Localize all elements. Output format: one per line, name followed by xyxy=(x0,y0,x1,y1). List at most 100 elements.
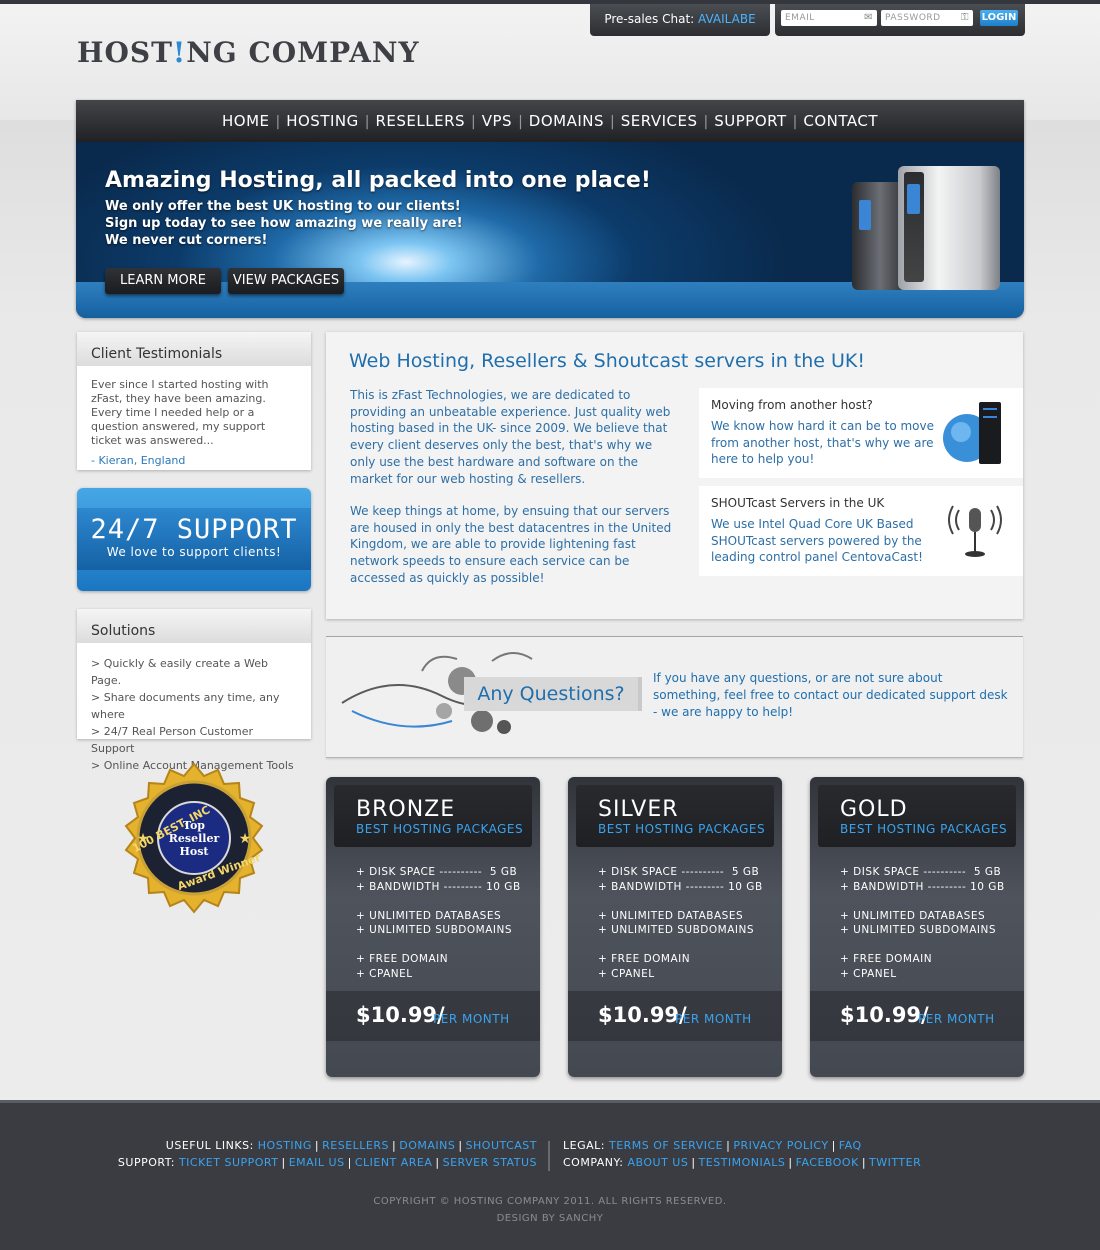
main-nav: HOME | HOSTING | RESELLERS | VPS | DOMAINS | SERVI… xyxy=(76,100,1024,142)
questions-label: Any Questions? xyxy=(464,677,642,711)
footer-link-hosting[interactable]: HOSTING xyxy=(258,1139,312,1152)
plan-features: + DISK SPACE ---------- 5 GB + BANDWIDTH… xyxy=(356,866,521,980)
footer-link-ticket-support[interactable]: TICKET SUPPORT xyxy=(179,1156,279,1169)
solutions-list: > Quickly & easily create a Web Page. > … xyxy=(77,643,311,774)
plan-price: $10.99/ xyxy=(840,1003,929,1027)
solutions-box: Solutions > Quickly & easily create a We… xyxy=(77,609,311,772)
footer-link-shoutcast[interactable]: SHOUTCAST xyxy=(466,1139,537,1152)
footer-link-privacy[interactable]: PRIVACY POLICY xyxy=(733,1139,828,1152)
footer-link-client-area[interactable]: CLIENT AREA xyxy=(355,1156,433,1169)
plan-features: + DISK SPACE ---------- 5 GB + BANDWIDTH… xyxy=(840,866,1005,980)
footer-link-server-status[interactable]: SERVER STATUS xyxy=(443,1156,537,1169)
nav-support[interactable]: SUPPORT xyxy=(714,112,786,130)
plan-silver[interactable]: SILVER BEST HOSTING PACKAGES + DISK SPAC… xyxy=(568,777,782,1077)
plan-name: GOLD xyxy=(840,797,908,822)
logo-text-accent: ! xyxy=(172,36,187,69)
nav-home[interactable]: HOME xyxy=(222,112,270,130)
datacentre-paragraph: We keep things at home, by ensuing that … xyxy=(350,504,672,585)
list-item: > Share documents any time, any where xyxy=(91,691,280,721)
feature-title: SHOUTcast Servers in the UK xyxy=(711,496,885,510)
feature-text: We use Intel Quad Core UK Based SHOUTcas… xyxy=(711,517,923,564)
footer-link-resellers[interactable]: RESELLERS xyxy=(322,1139,389,1152)
logo[interactable]: HOST!NG COMPANY xyxy=(77,36,419,69)
plan-name: BRONZE xyxy=(356,797,456,822)
logo-text-start: HOST xyxy=(77,36,173,69)
svg-text:Reseller: Reseller xyxy=(169,832,220,845)
feature-shoutcast: SHOUTcast Servers in the UK We use Intel… xyxy=(699,486,1023,576)
support-banner[interactable]: 24/7 SUPPORT We love to support clients! xyxy=(77,488,311,591)
testimonials-box: Client Testimonials Ever since I started… xyxy=(77,332,311,470)
plan-period: PER MONTH xyxy=(433,1012,510,1026)
nav-resellers[interactable]: RESELLERS xyxy=(375,112,465,130)
footer-link-testimonials[interactable]: TESTIMONIALS xyxy=(699,1156,786,1169)
nav-vps[interactable]: VPS xyxy=(482,112,512,130)
support-title: 24/7 SUPPORT xyxy=(90,514,298,545)
useful-links: USEFUL LINKS: HOSTING | RESELLERS | DOMAINS |… xyxy=(165,1139,537,1152)
company-links: COMPANY: ABOUT US | TESTIMONIALS | FACEBOOK |… xyxy=(563,1156,922,1169)
design-credit: DESIGN BY SANCHY xyxy=(496,1213,604,1224)
plan-tagline: BEST HOSTING PACKAGES xyxy=(840,822,1008,836)
globe-server-icon xyxy=(943,402,1001,464)
feature-migration: Moving from another host? We know how ha… xyxy=(699,388,1023,478)
intro-section: Web Hosting, Resellers & Shoutcast serve… xyxy=(326,332,1023,619)
chat-label: Pre-sales Chat: xyxy=(604,12,695,26)
chat-status[interactable]: AVAILABE xyxy=(698,12,756,26)
microphone-icon xyxy=(948,505,1002,557)
nav-contact[interactable]: CONTACT xyxy=(803,112,878,130)
svg-text:Top: Top xyxy=(183,819,205,832)
hero-banner: Amazing Hosting, all packed into one pla… xyxy=(76,142,1024,318)
presales-chat[interactable]: Pre-sales Chat: AVAILABE xyxy=(590,4,770,36)
plan-features: + DISK SPACE ---------- 5 GB + BANDWIDTH… xyxy=(598,866,763,980)
support-links: SUPPORT: TICKET SUPPORT | EMAIL US | CLIENT … xyxy=(117,1156,537,1169)
email-placeholder: EMAIL xyxy=(785,13,815,23)
hero-subtitle: We only offer the best UK hosting to our… xyxy=(105,199,463,248)
feature-text: We know how hard it can be to move from … xyxy=(711,419,934,466)
email-field[interactable]: EMAIL ✉ xyxy=(781,10,877,26)
award-badge: 100 BEST, INC Top Reseller Host Award Wi… xyxy=(118,762,270,914)
testimonial-quote: Ever since I started hosting with zFast,… xyxy=(91,378,269,447)
solutions-title: Solutions xyxy=(77,609,311,643)
login-bar: EMAIL ✉ PASSWORD ⚿ LOGIN xyxy=(775,4,1025,36)
key-icon: ⚿ xyxy=(960,12,969,23)
list-item: > Quickly & easily create a Web Page. xyxy=(91,657,268,687)
password-placeholder: PASSWORD xyxy=(885,13,941,23)
svg-text:★: ★ xyxy=(137,831,150,847)
award-seal-icon: 100 BEST, INC Top Reseller Host Award Wi… xyxy=(124,762,264,914)
support-subtitle: We love to support clients! xyxy=(106,545,282,559)
nav-domains[interactable]: DOMAINS xyxy=(529,112,604,130)
header-frame: HOME | HOSTING | RESELLERS | VPS | DOMAINS | SERVI… xyxy=(76,100,1024,318)
footer: USEFUL LINKS: HOSTING | RESELLERS | DOMAINS |… xyxy=(0,1100,1100,1250)
plan-period: PER MONTH xyxy=(918,1012,995,1026)
footer-link-email-us[interactable]: EMAIL US xyxy=(289,1156,345,1169)
legal-links: LEGAL: TERMS OF SERVICE | PRIVACY POLICY | F… xyxy=(563,1139,862,1152)
page-title: Web Hosting, Resellers & Shoutcast serve… xyxy=(349,350,866,372)
plan-bronze[interactable]: BRONZE BEST HOSTING PACKAGES + DISK SPAC… xyxy=(326,777,540,1077)
list-item: > 24/7 Real Person Customer Support xyxy=(91,725,254,755)
copyright: COPYRIGHT © HOSTING COMPANY 2011. ALL RI… xyxy=(373,1196,727,1207)
footer-link-facebook[interactable]: FACEBOOK xyxy=(796,1156,859,1169)
feature-title: Moving from another host? xyxy=(711,398,873,412)
footer-link-terms[interactable]: TERMS OF SERVICE xyxy=(609,1139,723,1152)
envelope-icon: ✉ xyxy=(864,12,873,23)
logo-text-end: NG COMPANY xyxy=(186,36,420,69)
intro-paragraph: This is zFast Technologies, we are dedic… xyxy=(350,388,671,486)
footer-divider xyxy=(548,1141,550,1171)
password-field[interactable]: PASSWORD ⚿ xyxy=(881,10,973,26)
nav-hosting[interactable]: HOSTING xyxy=(286,112,359,130)
view-packages-button[interactable]: VIEW PACKAGES xyxy=(228,268,344,294)
login-button[interactable]: LOGIN xyxy=(980,10,1018,26)
nav-services[interactable]: SERVICES xyxy=(621,112,698,130)
plan-tagline: BEST HOSTING PACKAGES xyxy=(598,822,766,836)
learn-more-button[interactable]: LEARN MORE xyxy=(105,268,221,294)
plan-price: $10.99/ xyxy=(598,1003,687,1027)
footer-link-domains[interactable]: DOMAINS xyxy=(399,1139,455,1152)
plan-price: $10.99/ xyxy=(356,1003,445,1027)
svg-text:★: ★ xyxy=(239,831,252,847)
questions-text: If you have any questions, or are not su… xyxy=(653,671,1008,719)
footer-link-twitter[interactable]: TWITTER xyxy=(869,1156,921,1169)
plan-period: PER MONTH xyxy=(675,1012,752,1026)
plan-tagline: BEST HOSTING PACKAGES xyxy=(356,822,524,836)
footer-link-faq[interactable]: FAQ xyxy=(839,1139,862,1152)
footer-link-about[interactable]: ABOUT US xyxy=(627,1156,688,1169)
plan-gold[interactable]: GOLD BEST HOSTING PACKAGES + DISK SPACE … xyxy=(810,777,1024,1077)
